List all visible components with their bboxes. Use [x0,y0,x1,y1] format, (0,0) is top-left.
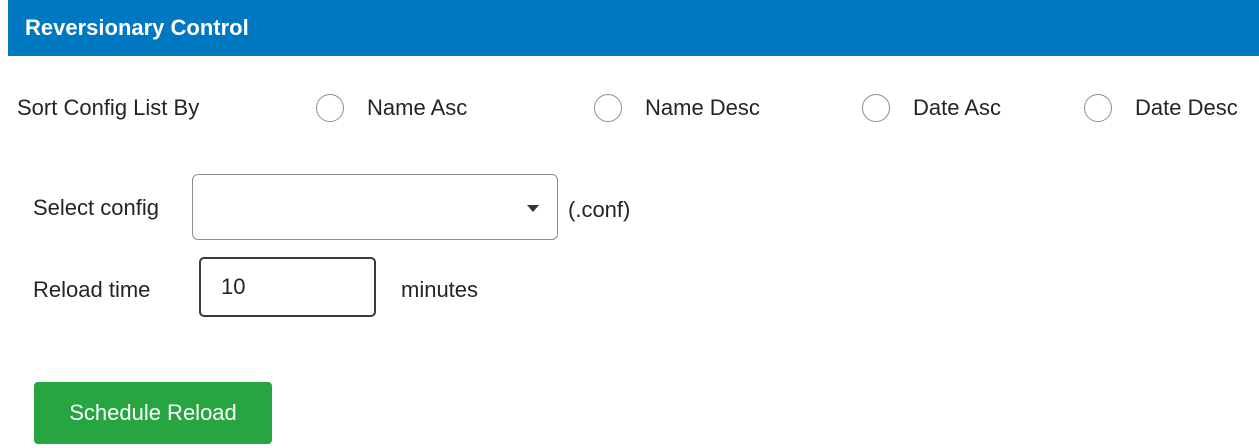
sort-option-name-asc[interactable]: Name Asc [316,88,467,128]
panel-title: Reversionary Control [25,15,249,40]
radio-unselected-icon[interactable] [316,94,344,122]
config-select[interactable] [192,174,558,240]
sort-option-label: Name Asc [367,95,468,120]
sort-option-date-desc[interactable]: Date Desc [1084,88,1238,128]
sort-option-label: Date Asc [913,95,1002,120]
caret-down-icon[interactable] [527,205,539,212]
sort-option-label: Name Desc [645,95,760,120]
reload-time-label: Reload time [33,277,151,302]
schedule-reload-button[interactable]: Schedule Reload [34,382,272,444]
sort-option-label: Date Desc [1135,95,1238,120]
radio-unselected-icon[interactable] [1084,94,1112,122]
sort-option-name-desc[interactable]: Name Desc [594,88,760,128]
config-extension-hint: (.conf) [568,197,631,222]
panel-header: Reversionary Control [8,0,1259,56]
sort-label: Sort Config List By [17,95,200,120]
select-config-label: Select config [33,195,159,220]
sort-option-date-asc[interactable]: Date Asc [862,88,1001,128]
radio-unselected-icon[interactable] [862,94,890,122]
radio-unselected-icon[interactable] [594,94,622,122]
reload-time-input[interactable] [199,257,376,317]
reload-time-unit: minutes [401,277,479,302]
